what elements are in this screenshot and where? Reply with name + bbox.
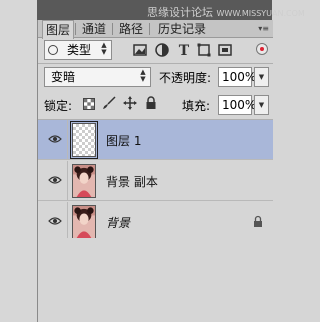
tab-channels[interactable]: 通道 [78,20,110,38]
lock-all-icon[interactable] [145,96,157,110]
panel-tabs: 图层 通道 路径 历史记录 ▾≡ [38,20,273,39]
layers-panel: 图层 通道 路径 历史记录 ▾≡ 类型 ▲ ▼ T 变暗 ▲ ▼ 不透明度: 1… [37,20,273,322]
visibility-eye-icon[interactable] [48,134,62,144]
opacity-dropdown-button[interactable]: ▼ [254,67,269,87]
tab-divider [75,23,76,35]
tab-layers[interactable]: 图层 [42,20,74,39]
layer-name[interactable]: 背景 [106,214,130,231]
layer-row-background[interactable]: 背景 [38,202,273,242]
chevron-updown-icon: ▲ ▼ [140,68,146,83]
adjustment-filter-icon[interactable] [154,42,170,58]
tab-paths[interactable]: 路径 [115,20,147,38]
panel-header-bar: 思缘设计论坛 WWW.MISSYUAN.COM [37,0,305,20]
shape-filter-icon[interactable] [196,42,212,58]
layer-lock-icon [254,215,262,227]
filter-kind-label: 类型 [67,43,92,57]
tab-divider [112,23,113,35]
search-icon [48,45,58,55]
tab-divider [149,23,150,35]
lock-transparent-pixels-icon[interactable] [83,98,95,110]
lock-image-pixels-icon[interactable] [102,96,116,110]
fill-label: 填充: [182,99,211,113]
visibility-eye-icon[interactable] [48,216,62,226]
opacity-label: 不透明度: [159,71,212,85]
chevron-updown-icon: ▲ ▼ [101,41,107,56]
layer-thumbnail [72,164,96,198]
watermark: 思缘设计论坛 WWW.MISSYUAN.COM [147,4,305,20]
smart-object-filter-icon[interactable] [217,42,233,58]
filter-kind-dropdown[interactable]: 类型 ▲ ▼ [44,40,112,60]
column-divider [67,120,68,160]
layer-name[interactable]: 背景 副本 [106,173,158,190]
lock-position-icon[interactable] [123,96,137,110]
opacity-input[interactable]: 100% [218,67,256,87]
svg-text:T: T [179,43,190,58]
layer-row-background-copy[interactable]: 背景 副本 [38,161,273,201]
column-divider [67,202,68,242]
watermark-text: 思缘设计论坛 [147,6,213,19]
layers-empty-area [38,238,273,322]
panel-menu-icon[interactable]: ▾≡ [258,20,269,38]
lock-label: 锁定: [44,99,73,113]
left-toolbar-strip [0,0,37,322]
tab-history[interactable]: 历史记录 [152,20,212,38]
blend-mode-dropdown[interactable]: 变暗 ▲ ▼ [44,67,151,87]
column-divider [67,161,68,201]
watermark-url: WWW.MISSYUAN.COM [216,9,305,18]
filter-toggle-switch[interactable] [256,43,268,55]
visibility-eye-icon[interactable] [48,175,62,185]
blend-mode-value: 变暗 [51,70,76,84]
layer-thumbnail [70,121,98,159]
divider [38,63,273,64]
layer-thumbnail [72,205,96,239]
fill-dropdown-button[interactable]: ▼ [254,95,269,115]
fill-input[interactable]: 100% [218,95,256,115]
layer-row-layer1[interactable]: 图层 1 [38,120,273,160]
layer-name[interactable]: 图层 1 [106,132,141,149]
image-filter-icon[interactable] [132,42,148,58]
text-filter-icon[interactable]: T [176,42,192,58]
